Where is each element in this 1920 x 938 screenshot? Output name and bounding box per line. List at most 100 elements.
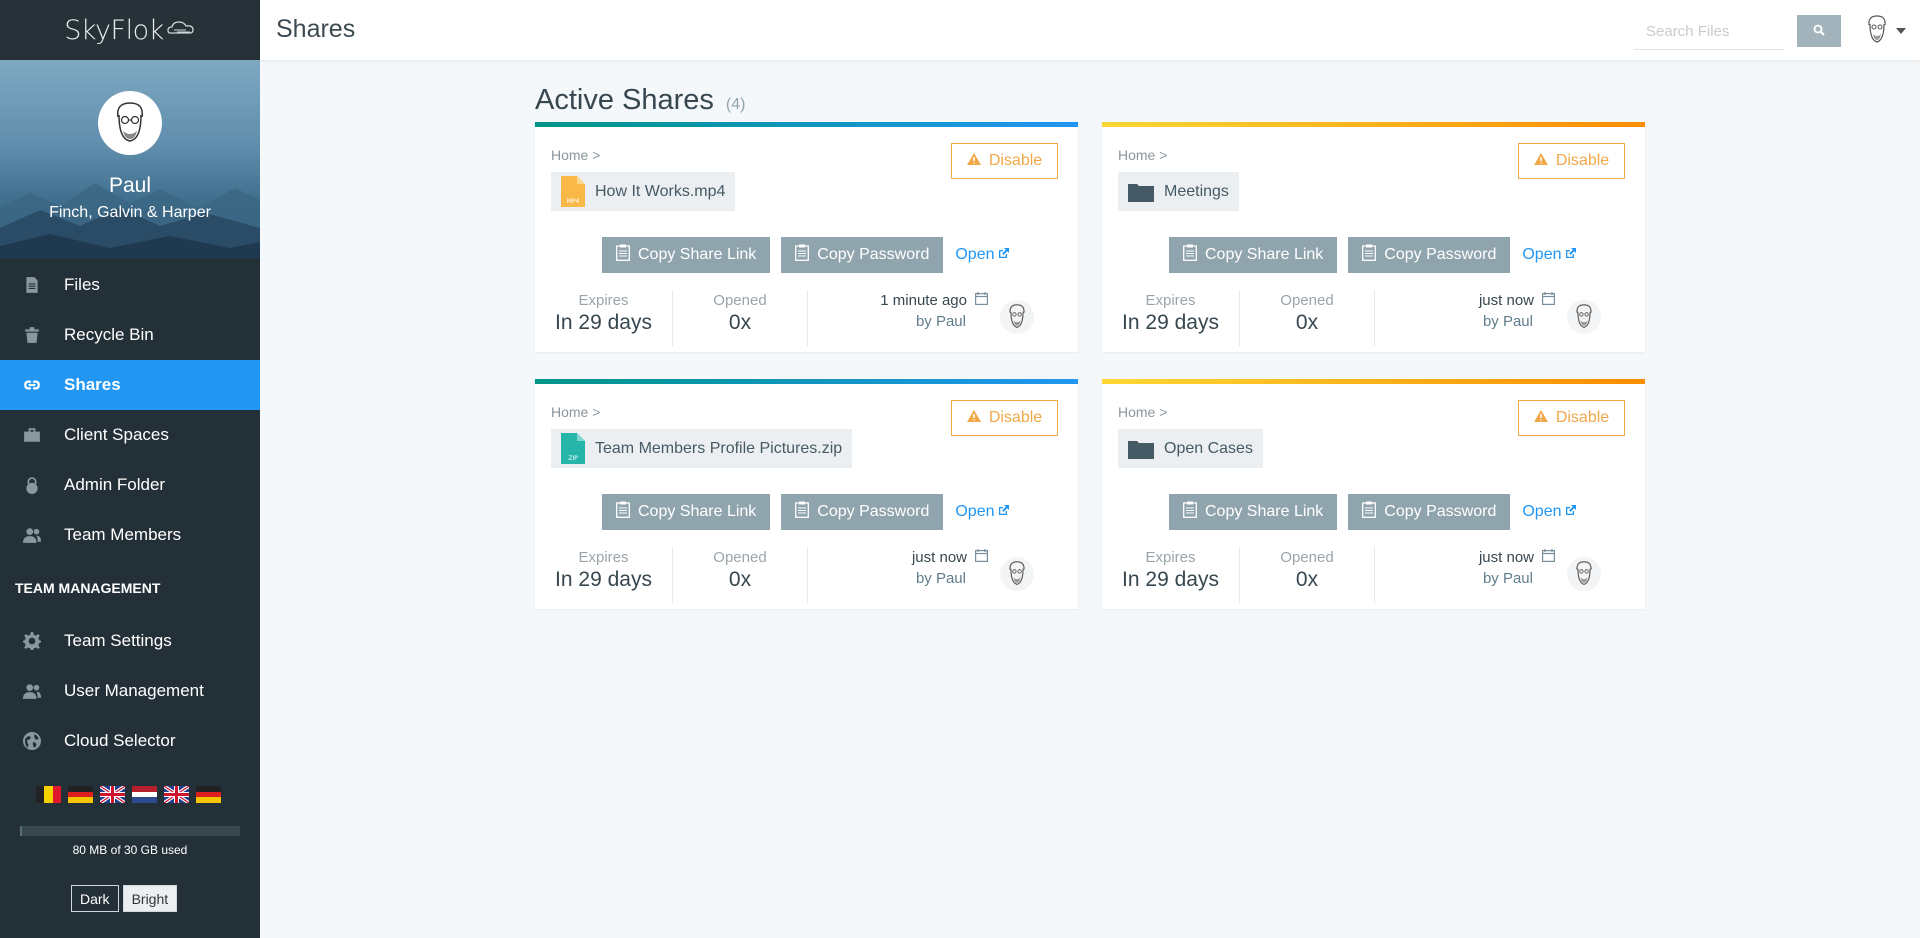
avatar-face-icon bbox=[1576, 561, 1592, 585]
uk-flag-icon[interactable] bbox=[100, 786, 125, 803]
belgium-flag-icon[interactable] bbox=[36, 786, 61, 803]
expires-block: Expires In 29 days bbox=[535, 290, 673, 346]
sidebar-item-admin-folder[interactable]: Admin Folder bbox=[0, 460, 260, 510]
share-card: Home > Open Cases Disable Copy Share Lin… bbox=[1102, 379, 1645, 609]
copy-password-label: Copy Password bbox=[1384, 503, 1497, 520]
shared-item[interactable]: MP4 How It Works.mp4 bbox=[551, 172, 736, 211]
sidebar-item-team-members[interactable]: Team Members bbox=[0, 510, 260, 560]
shared-item-name: How It Works.mp4 bbox=[595, 182, 726, 200]
netherlands-flag-icon[interactable] bbox=[132, 786, 157, 803]
open-link[interactable]: Open bbox=[1522, 246, 1577, 264]
opened-label: Opened bbox=[713, 292, 767, 309]
open-link[interactable]: Open bbox=[955, 246, 1010, 264]
logo[interactable]: SkyFlok bbox=[0, 0, 260, 60]
warning-icon bbox=[966, 409, 981, 427]
sidebar-item-shares[interactable]: Shares bbox=[0, 360, 260, 410]
calendar-icon[interactable] bbox=[1542, 549, 1556, 566]
opened-label: Opened bbox=[713, 549, 767, 566]
opened-block: Opened 0x bbox=[673, 547, 808, 603]
users-icon bbox=[22, 681, 42, 701]
user-menu[interactable] bbox=[1862, 13, 1906, 47]
share-actions: Copy Share Link Copy Password Open bbox=[602, 237, 1010, 273]
share-card: Home > ZIP Team Members Profile Pictures… bbox=[535, 379, 1078, 609]
sidebar-item-cloud-selector[interactable]: Cloud Selector bbox=[0, 716, 260, 766]
sidebar-item-client-spaces[interactable]: Client Spaces bbox=[0, 410, 260, 460]
search-button[interactable] bbox=[1797, 15, 1841, 47]
search-input[interactable] bbox=[1634, 14, 1784, 50]
sidebar-item-files[interactable]: Files bbox=[0, 260, 260, 310]
cloud-logo-icon bbox=[166, 19, 196, 42]
sidebar-item-team-settings[interactable]: Team Settings bbox=[0, 616, 260, 666]
copy-password-button[interactable]: Copy Password bbox=[781, 237, 944, 273]
warning-icon bbox=[1533, 152, 1548, 170]
svg-text:MP4: MP4 bbox=[567, 198, 580, 205]
copy-share-link-button[interactable]: Copy Share Link bbox=[1169, 237, 1338, 273]
shared-item[interactable]: ZIP Team Members Profile Pictures.zip bbox=[551, 429, 853, 468]
copy-share-link-button[interactable]: Copy Share Link bbox=[602, 494, 771, 530]
calendar-icon[interactable] bbox=[975, 549, 989, 566]
share-actions: Copy Share Link Copy Password Open bbox=[602, 494, 1010, 530]
open-link[interactable]: Open bbox=[1522, 503, 1577, 521]
shared-item-name: Team Members Profile Pictures.zip bbox=[595, 439, 843, 457]
clipboard-icon bbox=[616, 244, 630, 266]
avatar-face-icon bbox=[1009, 304, 1025, 328]
germany-flag-icon[interactable] bbox=[68, 786, 93, 803]
copy-share-link-button[interactable]: Copy Share Link bbox=[1169, 494, 1338, 530]
open-link[interactable]: Open bbox=[955, 503, 1010, 521]
disable-share-button[interactable]: Disable bbox=[951, 143, 1058, 179]
copy-link-label: Copy Share Link bbox=[638, 503, 757, 520]
clipboard-icon bbox=[1362, 244, 1377, 266]
breadcrumb[interactable]: Home > bbox=[551, 147, 600, 163]
shared-item[interactable]: Open Cases bbox=[1118, 429, 1263, 468]
zip-file-icon: ZIP bbox=[561, 433, 585, 464]
open-label: Open bbox=[1522, 503, 1562, 520]
sidebar-item-recycle-bin[interactable]: Recycle Bin bbox=[0, 310, 260, 360]
management-nav: Team Settings User Management Cloud Sele… bbox=[0, 616, 260, 766]
disable-label: Disable bbox=[1555, 409, 1610, 426]
language-flags bbox=[36, 786, 221, 803]
copy-password-button[interactable]: Copy Password bbox=[1348, 237, 1511, 273]
open-label: Open bbox=[955, 503, 995, 520]
sidebar-item-label: Recycle Bin bbox=[64, 325, 154, 344]
external-link-icon bbox=[998, 503, 1010, 521]
opened-value: 0x bbox=[728, 311, 752, 334]
created-by: by Paul bbox=[1482, 313, 1533, 330]
disable-share-button[interactable]: Disable bbox=[1518, 143, 1625, 179]
germany-flag-icon[interactable] bbox=[196, 786, 221, 803]
breadcrumb[interactable]: Home > bbox=[1118, 147, 1167, 163]
disable-share-button[interactable]: Disable bbox=[951, 400, 1058, 436]
warning-icon bbox=[1533, 409, 1548, 427]
copy-password-button[interactable]: Copy Password bbox=[781, 494, 944, 530]
creator-avatar bbox=[1000, 300, 1034, 334]
created-block: just now by Paul bbox=[1375, 547, 1601, 603]
shared-item[interactable]: Meetings bbox=[1118, 172, 1239, 211]
shared-item-name: Meetings bbox=[1164, 182, 1229, 200]
breadcrumb[interactable]: Home > bbox=[1118, 404, 1167, 420]
copy-password-button[interactable]: Copy Password bbox=[1348, 494, 1511, 530]
expires-block: Expires In 29 days bbox=[535, 547, 673, 603]
calendar-icon[interactable] bbox=[1542, 292, 1556, 309]
clipboard-icon bbox=[1183, 501, 1197, 523]
storage-usage-text: 80 MB of 30 GB used bbox=[72, 843, 188, 857]
share-card: Home > Meetings Disable Copy Share Link … bbox=[1102, 122, 1645, 352]
sidebar-item-user-management[interactable]: User Management bbox=[0, 666, 260, 716]
opened-label: Opened bbox=[1280, 292, 1334, 309]
copy-share-link-button[interactable]: Copy Share Link bbox=[602, 237, 771, 273]
external-link-icon bbox=[1565, 246, 1577, 264]
copy-link-label: Copy Share Link bbox=[638, 246, 757, 263]
breadcrumb[interactable]: Home > bbox=[551, 404, 600, 420]
sidebar: SkyFlok Paul Finch, Galvin & Harper File… bbox=[0, 0, 260, 938]
avatar[interactable] bbox=[98, 91, 162, 155]
copy-password-label: Copy Password bbox=[817, 246, 930, 263]
bright-theme-button[interactable]: Bright bbox=[122, 885, 178, 912]
shares-count: (4) bbox=[725, 96, 746, 113]
shared-item-name: Open Cases bbox=[1164, 439, 1253, 457]
folder-icon bbox=[1128, 182, 1154, 202]
uk-flag-icon[interactable] bbox=[164, 786, 189, 803]
calendar-icon[interactable] bbox=[975, 292, 989, 309]
clipboard-icon bbox=[616, 501, 630, 523]
expires-label: Expires bbox=[1145, 292, 1196, 309]
dark-theme-button[interactable]: Dark bbox=[71, 885, 119, 912]
created-block: just now by Paul bbox=[808, 547, 1034, 603]
disable-share-button[interactable]: Disable bbox=[1518, 400, 1625, 436]
